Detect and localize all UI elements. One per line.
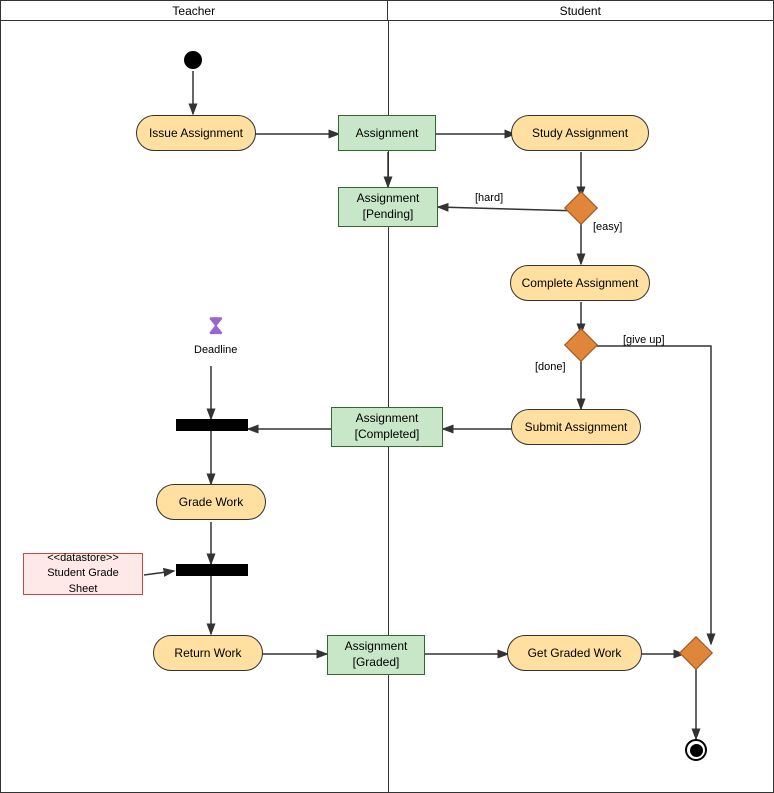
give-up-label: [give up]: [623, 334, 665, 346]
end-node: [685, 739, 707, 761]
diamond1-node: [569, 196, 593, 220]
complete-assignment-node: Complete Assignment: [510, 265, 650, 301]
submit-assignment-node: Submit Assignment: [511, 409, 641, 445]
diamond2-node: [569, 333, 593, 357]
start-node: [184, 51, 202, 69]
swimlane-body: Issue Assignment Assignment Study Assign…: [1, 21, 773, 793]
diamond3-node: [684, 641, 708, 665]
assignment-pending-node: Assignment[Pending]: [338, 187, 438, 227]
study-assignment-node: Study Assignment: [511, 115, 649, 151]
get-graded-work-node: Get Graded Work: [507, 635, 642, 671]
student-grade-sheet-node: <<datastore>>Student Grade Sheet: [23, 553, 143, 595]
sync-bar2-node: [176, 564, 248, 576]
deadline-node: ⧗ Deadline: [194, 309, 237, 356]
teacher-lane-header: Teacher: [1, 1, 388, 20]
issue-assignment-node: Issue Assignment: [136, 115, 256, 151]
easy-label: [easy]: [593, 221, 622, 233]
swimlane-header: Teacher Student: [1, 1, 773, 21]
sync-bar1-node: [176, 419, 248, 431]
grade-work-node: Grade Work: [156, 484, 266, 520]
done-label: [done]: [535, 361, 566, 373]
return-work-node: Return Work: [153, 635, 263, 671]
student-lane-header: Student: [388, 1, 774, 20]
assignment-node: Assignment: [338, 115, 436, 151]
assignment-completed-node: Assignment[Completed]: [331, 407, 443, 447]
hard-label: [hard]: [475, 192, 503, 204]
diagram-container: Teacher Student: [0, 0, 774, 793]
assignment-graded-node: Assignment[Graded]: [327, 635, 425, 675]
